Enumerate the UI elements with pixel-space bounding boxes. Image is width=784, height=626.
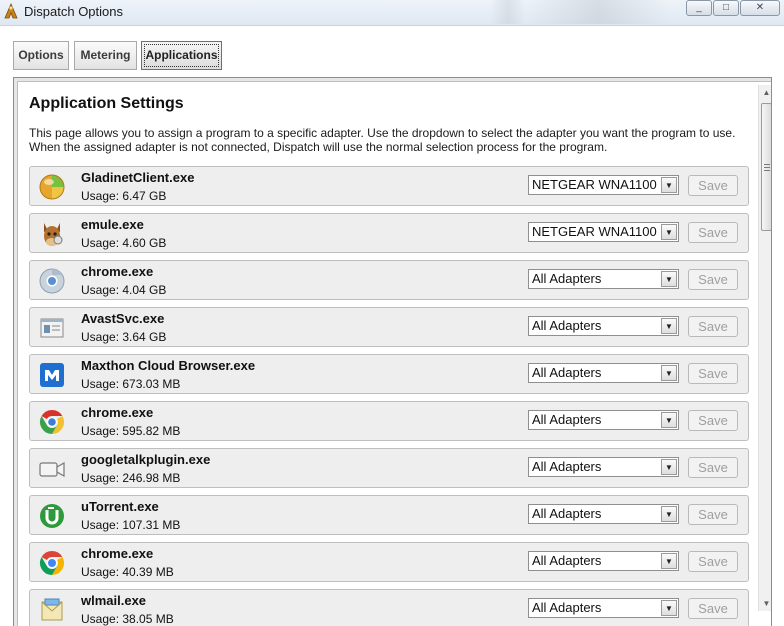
app-row-utorrent: uTorrent.exe Usage: 107.31 MB All Adapte… [29,495,749,535]
title-bar: Dispatch Options _ □ ✕ [0,0,784,26]
adapter-dropdown[interactable]: All Adapters ▼ [528,504,679,524]
avast-icon [38,314,66,342]
chevron-down-icon[interactable]: ▼ [661,224,677,240]
adapter-dropdown-value: All Adapters [532,553,602,568]
adapter-dropdown[interactable]: All Adapters ▼ [528,316,679,336]
app-row-wlmail: wlmail.exe Usage: 38.05 MB All Adapters … [29,589,749,626]
app-usage: Usage: 4.04 GB [81,283,167,297]
close-button[interactable]: ✕ [740,0,780,16]
adapter-dropdown[interactable]: All Adapters ▼ [528,410,679,430]
page-description: This page allows you to assign a program… [29,126,736,154]
vertical-scrollbar[interactable]: ▲ ▼ [758,85,771,611]
app-name: uTorrent.exe [81,499,159,514]
adapter-dropdown-value: All Adapters [532,600,602,615]
application-settings-scroll-area: Application Settings This page allows yo… [17,81,771,626]
app-row-gladinetclient: GladinetClient.exe Usage: 6.47 GB NETGEA… [29,166,749,206]
adapter-dropdown-value: All Adapters [532,459,602,474]
chevron-down-icon[interactable]: ▼ [661,412,677,428]
adapter-dropdown[interactable]: NETGEAR WNA1100 ▼ [528,222,679,242]
adapter-dropdown-value: All Adapters [532,365,602,380]
chevron-down-icon[interactable]: ▼ [661,600,677,616]
save-button[interactable]: Save [688,598,738,619]
app-name: Maxthon Cloud Browser.exe [81,358,256,373]
adapter-dropdown-value: All Adapters [532,412,602,427]
window-title: Dispatch Options [24,4,123,19]
save-button[interactable]: Save [688,551,738,572]
save-button[interactable]: Save [688,316,738,337]
save-button[interactable]: Save [688,222,738,243]
app-name: emule.exe [81,217,144,232]
scroll-up-arrow-icon[interactable]: ▲ [759,85,771,100]
adapter-dropdown[interactable]: All Adapters ▼ [528,551,679,571]
save-button[interactable]: Save [688,269,738,290]
app-row-chrome: chrome.exe Usage: 40.39 MB All Adapters … [29,542,749,582]
maximize-button[interactable]: □ [713,0,739,16]
save-button[interactable]: Save [688,504,738,525]
tab-applications[interactable]: Applications [141,41,222,70]
app-usage: Usage: 38.05 MB [81,612,174,626]
app-name: googletalkplugin.exe [81,452,211,467]
wlmail-icon [38,596,66,624]
chrome-icon [38,549,66,577]
save-button[interactable]: Save [688,363,738,384]
save-button[interactable]: Save [688,457,738,478]
save-button[interactable]: Save [688,410,738,431]
background-window-ghost [490,0,670,24]
applications-panel: Application Settings This page allows yo… [13,77,772,626]
app-row-googletalkplugin: googletalkplugin.exe Usage: 246.98 MB Al… [29,448,749,488]
adapter-dropdown-value: All Adapters [532,506,602,521]
chrome-bw-icon [38,267,66,295]
app-row-emule: emule.exe Usage: 4.60 GB NETGEAR WNA1100… [29,213,749,253]
app-name: GladinetClient.exe [81,170,195,185]
app-usage: Usage: 107.31 MB [81,518,181,532]
chevron-down-icon[interactable]: ▼ [661,553,677,569]
chevron-down-icon[interactable]: ▼ [661,459,677,475]
chevron-down-icon[interactable]: ▼ [661,365,677,381]
chevron-down-icon[interactable]: ▼ [661,318,677,334]
page-title: Application Settings [29,95,184,112]
save-button[interactable]: Save [688,175,738,196]
app-row-chrome: chrome.exe Usage: 4.04 GB All Adapters ▼… [29,260,749,300]
app-name: AvastSvc.exe [81,311,165,326]
app-name: wlmail.exe [81,593,147,608]
tab-metering[interactable]: Metering [74,41,137,70]
app-name: chrome.exe [81,264,154,279]
tab-options[interactable]: Options [13,41,69,70]
dispatch-app-icon [3,2,19,20]
chevron-down-icon[interactable]: ▼ [661,177,677,193]
minimize-button[interactable]: _ [686,0,712,16]
app-row-chrome: chrome.exe Usage: 595.82 MB All Adapters… [29,401,749,441]
app-name: chrome.exe [81,546,154,561]
grip-icon [764,164,770,172]
app-row-avastsvc: AvastSvc.exe Usage: 3.64 GB All Adapters… [29,307,749,347]
gladinet-icon [38,173,66,201]
app-usage: Usage: 246.98 MB [81,471,181,485]
app-name: chrome.exe [81,405,154,420]
adapter-dropdown-value: NETGEAR WNA1100 [532,177,657,192]
videocam-icon [38,455,66,483]
app-usage: Usage: 4.60 GB [81,236,167,250]
adapter-dropdown[interactable]: All Adapters ▼ [528,269,679,289]
app-usage: Usage: 673.03 MB [81,377,181,391]
app-usage: Usage: 40.39 MB [81,565,174,579]
utorrent-icon [38,502,66,530]
adapter-dropdown-value: NETGEAR WNA1100 [532,224,657,239]
app-usage: Usage: 3.64 GB [81,330,167,344]
chrome-old-icon [38,408,66,436]
adapter-dropdown-value: All Adapters [532,271,602,286]
scrollbar-thumb[interactable] [761,103,771,231]
chevron-down-icon[interactable]: ▼ [661,271,677,287]
adapter-dropdown-value: All Adapters [532,318,602,333]
chevron-down-icon[interactable]: ▼ [661,506,677,522]
emule-icon [38,220,66,248]
maxthon-icon [38,361,66,389]
adapter-dropdown[interactable]: All Adapters ▼ [528,457,679,477]
adapter-dropdown[interactable]: All Adapters ▼ [528,598,679,618]
app-usage: Usage: 595.82 MB [81,424,181,438]
adapter-dropdown[interactable]: NETGEAR WNA1100 ▼ [528,175,679,195]
app-usage: Usage: 6.47 GB [81,189,167,203]
scroll-down-arrow-icon[interactable]: ▼ [759,596,771,611]
adapter-dropdown[interactable]: All Adapters ▼ [528,363,679,383]
app-row-maxthon: Maxthon Cloud Browser.exe Usage: 673.03 … [29,354,749,394]
